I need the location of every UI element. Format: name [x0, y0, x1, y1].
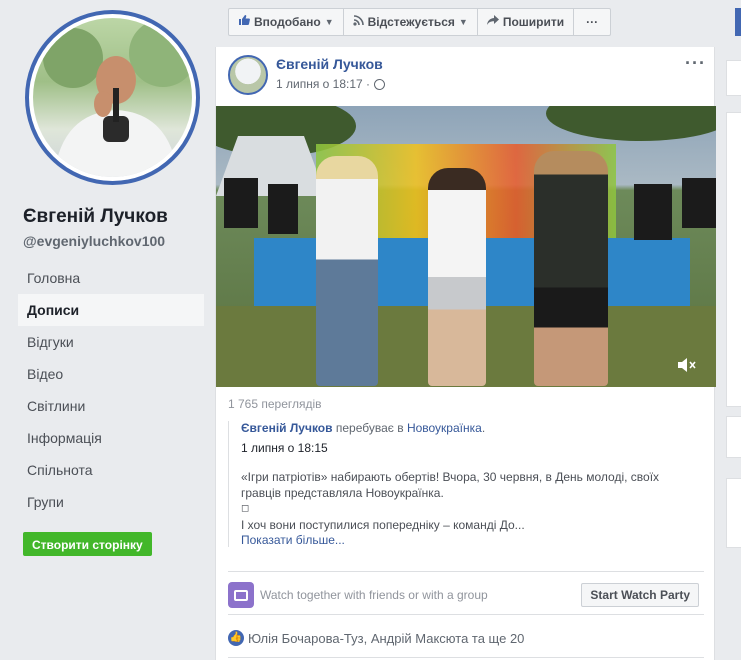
page-nav: Головна Дописи Відгуки Відео Світлини Ін…: [18, 262, 204, 518]
nav-item-home[interactable]: Головна: [18, 262, 204, 294]
globe-icon: [374, 78, 386, 90]
watch-party-icon: [228, 582, 254, 608]
right-sidebar-card: [726, 60, 741, 96]
reactions-summary[interactable]: 👍 Юлія Бочарова-Туз, Андрій Максюта та щ…: [228, 630, 524, 646]
more-dots-icon: ···: [586, 15, 599, 29]
right-sidebar-card: [726, 416, 741, 458]
watch-party-row: Watch together with friends or with a gr…: [228, 571, 704, 615]
left-column: Євгеній Лучков @evgeniyluchkov100 Головн…: [0, 0, 215, 660]
video-scene-person: [428, 168, 486, 386]
nav-item-groups[interactable]: Групи: [18, 486, 204, 518]
post-timestamp[interactable]: 1 липня о 18:17 ·: [276, 77, 386, 91]
share-label: Поширити: [502, 15, 565, 29]
shared-post-header: Євгеній Лучков перебуває в Новоукраїнка.: [241, 421, 698, 435]
liked-label: Вподобано: [254, 15, 321, 29]
shared-post-text: «Ігри патріотів» набирають обертів! Вчор…: [241, 469, 698, 533]
start-watch-party-button[interactable]: Start Watch Party: [581, 583, 699, 607]
thumbs-up-icon: [238, 9, 250, 35]
watch-party-text: Watch together with friends or with a gr…: [260, 588, 488, 602]
page-action-bar: Вподобано ▼ Відстежується ▼ Поширити ···: [228, 8, 612, 36]
share-arrow-icon: [486, 9, 499, 35]
shared-text-line: гравців представляла Новоукраїнка.: [241, 486, 444, 500]
action-button-edge[interactable]: [735, 8, 741, 36]
video-scene-person: [316, 156, 378, 386]
like-reaction-icon: 👍: [228, 630, 244, 646]
shared-location-prefix: перебуває в: [335, 421, 404, 435]
reactions-text: Юлія Бочарова-Туз, Андрій Максюта та ще …: [248, 630, 525, 646]
follow-button[interactable]: Відстежується ▼: [344, 9, 478, 35]
shared-location-link[interactable]: Новоукраїнка: [407, 421, 482, 435]
profile-photo: [33, 18, 192, 177]
nav-item-community[interactable]: Спільнота: [18, 454, 204, 486]
nav-item-photos[interactable]: Світлини: [18, 390, 204, 422]
video-player[interactable]: [216, 106, 716, 387]
page-handle[interactable]: @evgeniyluchkov100: [23, 233, 165, 249]
nav-item-about[interactable]: Інформація: [18, 422, 204, 454]
post-author-name[interactable]: Євгеній Лучков: [276, 56, 383, 72]
shared-post-timestamp[interactable]: 1 липня о 18:15: [241, 441, 698, 455]
shared-text-line: І хоч вони поступилися попередніку – ком…: [241, 518, 525, 532]
more-actions-button[interactable]: ···: [574, 9, 610, 35]
rss-icon: [353, 9, 364, 35]
caret-down-icon: ▼: [458, 17, 468, 27]
shared-post: Євгеній Лучков перебуває в Новоукраїнка.…: [228, 421, 698, 547]
video-view-count: 1 765 переглядів: [228, 397, 322, 411]
muted-speaker-icon[interactable]: [676, 355, 698, 375]
page-name[interactable]: Євгеній Лучков: [23, 206, 168, 228]
video-scene-speaker: [224, 178, 258, 228]
follow-label: Відстежується: [367, 15, 455, 29]
video-scene-trees: [546, 106, 716, 141]
video-scene-speaker: [634, 184, 672, 240]
nav-item-reviews[interactable]: Відгуки: [18, 326, 204, 358]
shared-text-line: «Ігри патріотів» набирають обертів! Вчор…: [241, 470, 660, 484]
shared-text-line: ◻: [241, 503, 250, 514]
post-time-text: 1 липня о 18:17 ·: [276, 77, 371, 91]
liked-button[interactable]: Вподобано ▼: [229, 9, 344, 35]
profile-picture[interactable]: [25, 10, 200, 185]
right-sidebar-card: [726, 478, 741, 548]
caret-down-icon: ▼: [324, 17, 334, 27]
right-sidebar-card: [726, 112, 741, 407]
post-card: Євгеній Лучков 1 липня о 18:17 · ··· 1 7…: [215, 47, 716, 660]
video-scene-person: [534, 151, 608, 386]
shared-post-author[interactable]: Євгеній Лучков: [241, 421, 333, 435]
create-page-button[interactable]: Створити сторінку: [23, 532, 152, 556]
post-author-avatar[interactable]: [228, 55, 268, 95]
share-button[interactable]: Поширити: [478, 9, 575, 35]
nav-item-videos[interactable]: Відео: [18, 358, 204, 390]
post-options-icon[interactable]: ···: [685, 53, 706, 74]
video-scene-speaker: [682, 178, 716, 228]
video-scene-speaker: [268, 184, 298, 234]
see-more-link[interactable]: Показати більше...: [241, 533, 698, 547]
divider: [228, 657, 704, 658]
nav-item-posts[interactable]: Дописи: [18, 294, 204, 326]
shared-location-suffix: .: [481, 421, 486, 435]
